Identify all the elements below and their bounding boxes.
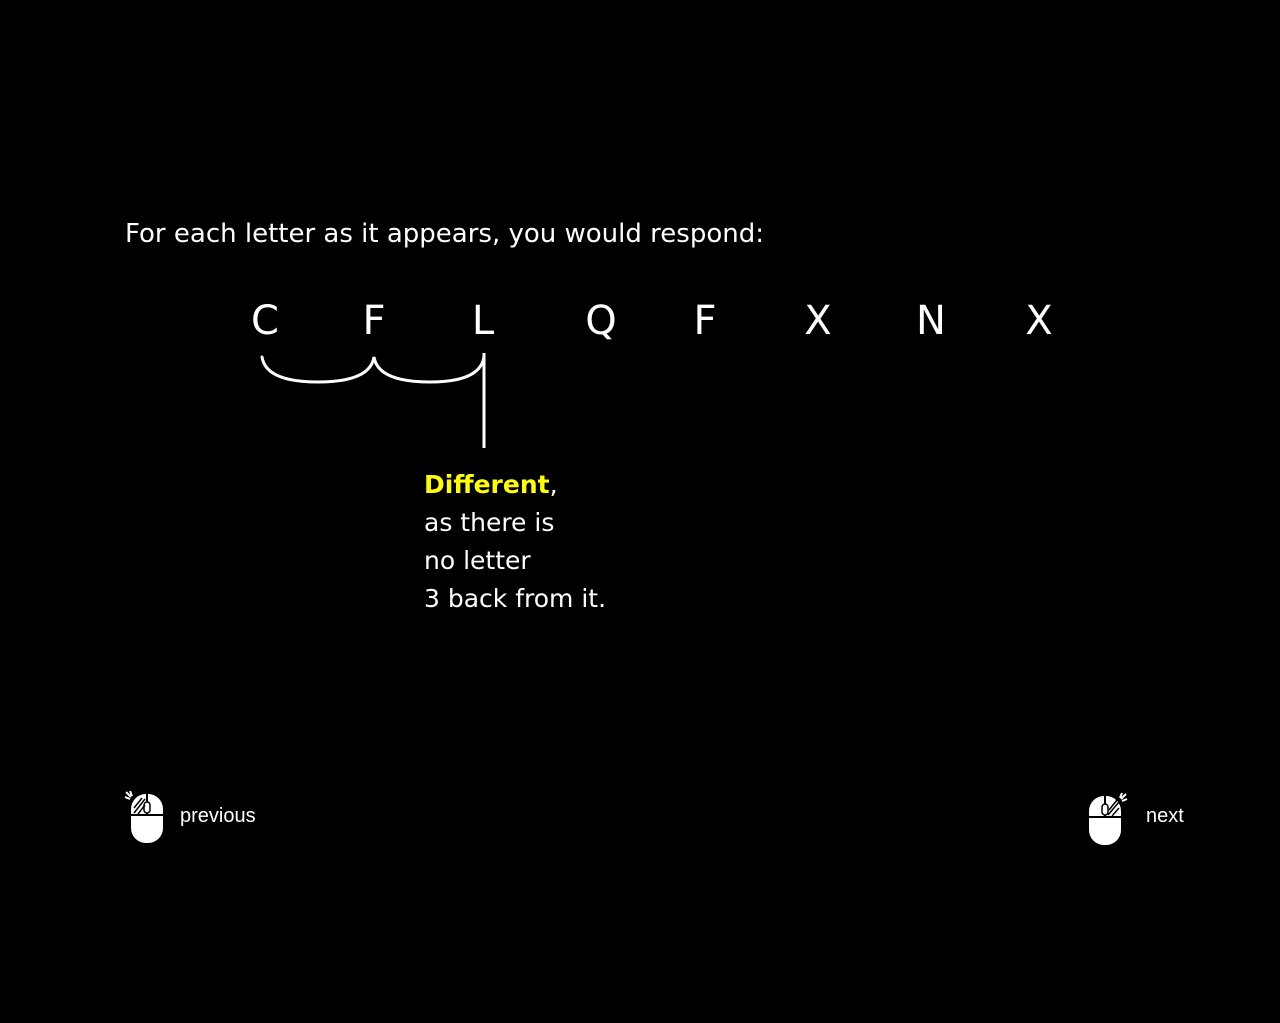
explanation-line-3: no letter [424, 546, 531, 575]
explanation-text: Different, as there is no letter 3 back … [424, 466, 606, 618]
brace-connector [260, 353, 486, 448]
sequence-letter-6: X [804, 298, 832, 344]
sequence-letter-2: F [362, 298, 386, 344]
mouse-right-click-icon [1086, 790, 1130, 848]
previous-label: previous [180, 804, 256, 827]
mouse-left-click-icon [124, 788, 168, 846]
instruction-text: For each letter as it appears, you would… [125, 219, 764, 249]
highlight-suffix: , [549, 470, 558, 499]
sequence-letter-1: C [251, 298, 279, 344]
explanation-line-1: Different, [424, 466, 606, 504]
sequence-letter-3: L [471, 298, 495, 344]
next-label: next [1146, 804, 1184, 827]
previous-button[interactable]: previous [124, 788, 256, 846]
response-highlight: Different [424, 470, 550, 499]
sequence-letter-8: X [1025, 298, 1053, 344]
sequence-letter-7: N [916, 298, 946, 344]
next-button[interactable]: next [1086, 790, 1184, 848]
sequence-letter-4: Q [585, 298, 617, 344]
explanation-line-2: as there is [424, 508, 555, 537]
sequence-letter-5: F [693, 298, 717, 344]
explanation-line-4: 3 back from it. [424, 584, 607, 613]
